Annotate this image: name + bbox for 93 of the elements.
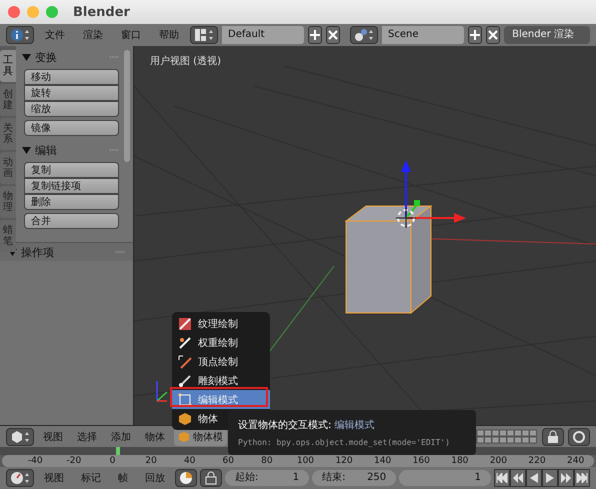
collapse-triangle-icon[interactable] (8, 248, 17, 256)
frame-number: 100 (296, 455, 316, 467)
lock-icon[interactable] (542, 428, 564, 446)
menu-item[interactable]: 回放 (138, 471, 172, 485)
shelf-tab[interactable]: 创建 (0, 84, 16, 116)
frame-number: 240 (566, 455, 586, 467)
prev-keyframe-icon[interactable] (510, 469, 526, 487)
menu-item[interactable]: 物体 (140, 430, 170, 444)
frame-number: 160 (412, 455, 431, 467)
menu-item[interactable]: 选择 (72, 430, 102, 444)
tool-button[interactable]: 旋转 (24, 85, 119, 101)
tool-button[interactable]: 缩放 (24, 101, 119, 117)
current-frame-marker[interactable] (116, 447, 120, 455)
shelf-tab[interactable]: 工具 (0, 50, 16, 82)
keying-icon[interactable] (175, 469, 197, 487)
frame-number: 180 (450, 455, 470, 467)
panel-title: 操作项 (21, 244, 54, 260)
add-icon[interactable] (308, 26, 322, 44)
menu-item[interactable]: 视图 (38, 430, 68, 444)
brush-icon (178, 316, 192, 330)
frame-number: 200 (488, 455, 508, 467)
next-keyframe-icon[interactable] (558, 469, 574, 487)
shelf-tab[interactable]: 蜡笔 (0, 220, 16, 252)
lock-icon[interactable] (200, 469, 222, 487)
menu-item[interactable]: 顶点绘制 (172, 352, 270, 371)
menu-item[interactable]: 窗口 (114, 28, 148, 42)
frame-number: 120 (334, 455, 354, 467)
panel-title: 变换 (35, 50, 57, 64)
tooltip-text: 设置物体的交互模式: 编辑模式 (238, 418, 376, 432)
scene-icon-button[interactable] (350, 26, 378, 44)
tool-button[interactable]: 移动 (24, 69, 119, 85)
jump-end-icon[interactable] (574, 469, 590, 487)
editor-type-button[interactable] (6, 428, 34, 446)
menu-item[interactable]: 文件 (38, 28, 72, 42)
render-icon[interactable] (568, 428, 590, 446)
add-icon[interactable] (468, 26, 482, 44)
current-frame-field[interactable]: 1 (399, 470, 491, 486)
frame-number: -20 (66, 455, 82, 467)
menu-item[interactable]: 帧 (111, 471, 135, 485)
tool-button[interactable]: 复制 (24, 162, 119, 178)
info-editor-button[interactable] (6, 26, 34, 44)
scrollbar[interactable] (124, 50, 130, 162)
tool-button[interactable]: 复制链接项 (24, 178, 119, 194)
edit-mesh-icon (178, 392, 192, 406)
menu-item[interactable]: 雕刻模式 (172, 371, 270, 390)
close-icon[interactable] (486, 26, 500, 44)
frame-number: 140 (373, 455, 392, 467)
axis-indicator-icon (154, 378, 170, 404)
play-reverse-icon[interactable] (526, 469, 542, 487)
layout-field[interactable]: Default (222, 26, 304, 44)
tool-button[interactable]: 合并 (24, 213, 119, 229)
menu-item[interactable]: 帮助 (152, 28, 186, 42)
drag-grip-icon[interactable] (115, 250, 125, 254)
frame-number: 40 (182, 455, 196, 467)
sculpt-brush-icon (178, 374, 192, 388)
frame-number: 0 (108, 455, 116, 467)
render-engine-dropdown[interactable]: Blender 渲染 (504, 26, 590, 44)
tool-button[interactable]: 删除 (24, 194, 119, 210)
frame-number: 220 (527, 455, 547, 467)
layout-icon-button[interactable] (190, 26, 218, 44)
collapse-triangle-icon[interactable] (22, 146, 31, 154)
menu-item[interactable]: 纹理绘制 (172, 314, 270, 333)
start-frame-field[interactable]: 起始: 1 (225, 470, 310, 486)
jump-start-icon[interactable] (494, 469, 510, 487)
editor-type-button[interactable] (6, 469, 34, 487)
menu-item[interactable]: 添加 (106, 430, 136, 444)
tool-button[interactable]: 镜像 (24, 120, 119, 136)
brush-icon (178, 336, 192, 350)
menu-item[interactable]: 视图 (37, 471, 71, 485)
close-icon[interactable] (326, 26, 340, 44)
menu-item[interactable]: 权重绘制 (172, 333, 270, 352)
viewport-label: 用户视图 (透视) (150, 54, 221, 68)
shelf-tab[interactable]: 关系 (0, 118, 16, 150)
end-frame-field[interactable]: 结束: 250 (312, 470, 396, 486)
window-title: Blender (73, 4, 130, 20)
tooltip-python: Python: bpy.ops.object.mode_set(mode='EDIT') (238, 436, 451, 448)
close-button[interactable] (8, 6, 20, 18)
frame-number: -40 (26, 455, 44, 467)
collapse-triangle-icon[interactable] (22, 52, 31, 62)
shelf-tab[interactable]: 物理 (0, 186, 16, 218)
brush-icon (178, 354, 192, 368)
menu-item[interactable]: 标记 (74, 471, 108, 485)
play-icon[interactable] (542, 469, 558, 487)
panel-title: 编辑 (35, 142, 57, 158)
shelf-tab[interactable]: 动画 (0, 152, 16, 184)
drag-grip-icon[interactable] (109, 55, 119, 59)
menu-item[interactable]: 渲染 (76, 28, 110, 42)
frame-number: 20 (144, 455, 158, 467)
frame-number: 80 (260, 455, 274, 467)
scene-field[interactable]: Scene (382, 26, 464, 44)
frame-number: 60 (222, 455, 235, 467)
timeline-ruler[interactable]: -40 -20 0 20 40 60 80 100 120 140 160 180 200 220 240 (2, 455, 594, 467)
drag-grip-icon[interactable] (109, 148, 119, 152)
